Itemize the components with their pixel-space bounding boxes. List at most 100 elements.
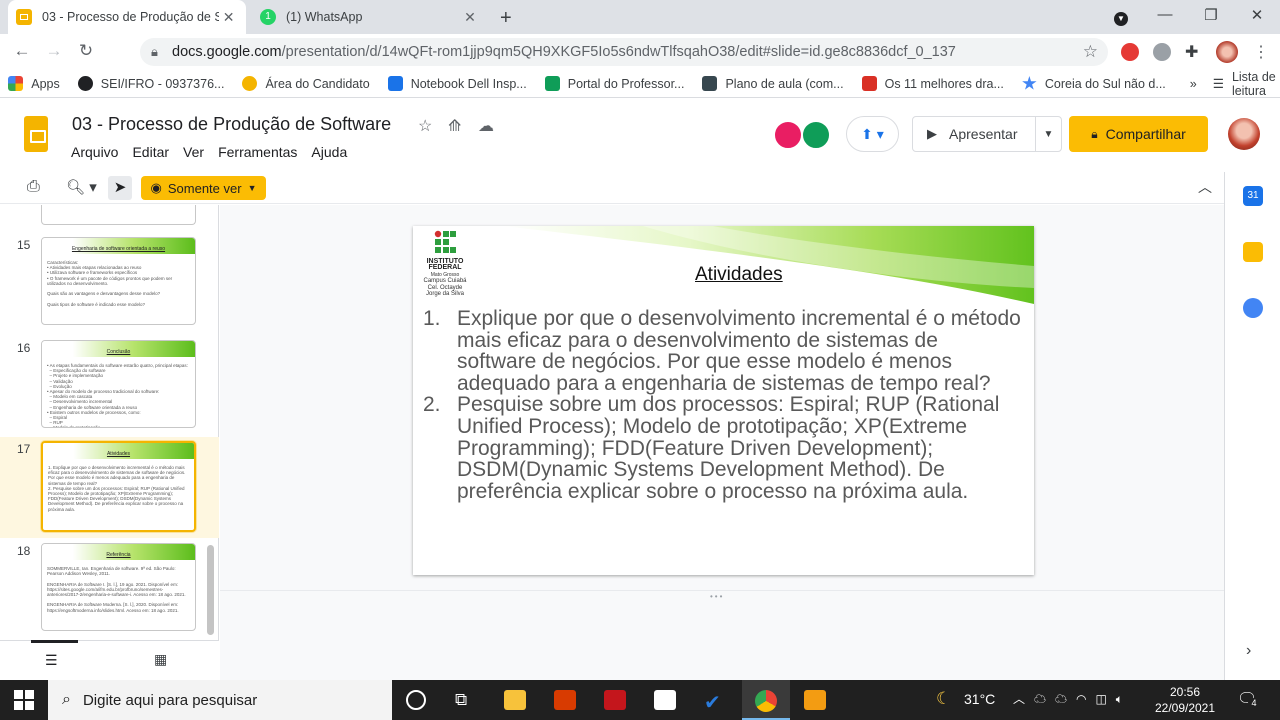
whatsapp-icon: 1 — [260, 9, 276, 25]
filmstrip-view-icon[interactable]: ☰ — [45, 652, 58, 669]
back-icon[interactable]: ← — [11, 41, 33, 61]
cortana-icon[interactable] — [406, 690, 426, 710]
menu-tools[interactable]: Ferramentas — [218, 144, 297, 160]
tab-title: 03 - Processo de Produção de So — [42, 10, 220, 24]
clock[interactable]: 20:56 22/09/2021 — [1150, 684, 1220, 716]
new-tab-icon[interactable]: + — [500, 7, 512, 30]
share-button[interactable]: 🔒︎ Compartilhar — [1069, 116, 1208, 152]
drag-handle-icon[interactable]: ••• — [710, 592, 724, 601]
window-close-icon[interactable]: ✕ — [1245, 6, 1269, 24]
chevron-down-icon[interactable]: ▼ — [1035, 116, 1061, 152]
calendar-icon[interactable]: 31 — [1243, 186, 1263, 206]
task-view-icon[interactable]: ⧉ — [455, 690, 467, 710]
minimize-icon[interactable]: — — [1153, 6, 1177, 23]
collaborator-avatar[interactable] — [773, 120, 803, 150]
slide-thumbnail-selected[interactable]: Atividades 1. Explique por que o desenvo… — [41, 441, 196, 532]
grid-view-icon[interactable]: ▦ — [154, 651, 167, 668]
slide-number: 15 — [17, 238, 31, 252]
sublime-icon[interactable] — [804, 690, 826, 710]
more-vert-icon[interactable]: ⋮ — [1253, 42, 1269, 62]
present-to-meeting-button[interactable]: ⬆ ▾ — [846, 116, 899, 152]
bookmarks-overflow[interactable]: » — [1190, 77, 1197, 91]
star-bookmark-icon — [1022, 76, 1037, 90]
profile-menu-icon[interactable]: ▼ — [1109, 8, 1133, 26]
cloud-status-icon[interactable]: ☁ — [478, 116, 494, 136]
chevron-down-icon: ▼ — [247, 183, 257, 193]
bookmark-label: Área do Candidato — [265, 76, 370, 91]
bookmark-item[interactable]: Plano de aula (com... — [702, 76, 844, 91]
close-icon[interactable]: ✕ — [219, 9, 238, 26]
view-mode-button[interactable]: ◉ Somente ver ▼ — [141, 176, 266, 200]
address-bar[interactable]: 🔒︎ docs.google.com/presentation/d/14wQFt… — [140, 38, 1108, 66]
bookmarks-bar: Apps SEI/IFRO - 0937376... Área do Candi… — [0, 70, 1280, 98]
todo-icon[interactable]: ✔ — [704, 690, 726, 714]
star-icon[interactable]: ☆ — [418, 116, 432, 136]
opera-extension-icon[interactable] — [1121, 43, 1139, 61]
filmstrip-scrollbar[interactable] — [207, 545, 214, 635]
file-explorer-icon[interactable] — [504, 690, 526, 710]
slides-logo-icon[interactable] — [24, 116, 48, 152]
reading-list[interactable]: Lista de leitura — [1232, 70, 1280, 98]
tab-whatsapp[interactable]: 1 (1) WhatsApp ✕ — [252, 0, 488, 34]
menu-edit[interactable]: Editar — [132, 144, 169, 160]
menu-file[interactable]: Arquivo — [71, 144, 118, 160]
system-tray-icons[interactable]: ︿☁☁◠◫🔈︎ — [1013, 690, 1132, 707]
keep-icon[interactable] — [1243, 242, 1263, 262]
search-icon: ⌕ — [62, 691, 71, 708]
taskbar-search[interactable]: ⌕ Digite aqui para pesquisar — [48, 680, 392, 720]
url-host: docs.google.com — [172, 44, 282, 60]
collapse-icon[interactable]: ︿ — [1198, 177, 1212, 197]
reload-icon[interactable]: ↻ — [75, 41, 97, 61]
profile-avatar[interactable] — [1216, 41, 1238, 63]
collaborator-avatar[interactable] — [801, 120, 831, 150]
tab-slides[interactable]: 03 - Processo de Produção de So ✕ — [8, 0, 246, 34]
forward-icon[interactable]: → — [43, 41, 65, 61]
bookmark-item[interactable]: Notebook Dell Insp... — [387, 76, 527, 91]
slide-thumbnail[interactable]: Conclusão • As etapas fundamentais do so… — [41, 340, 196, 428]
move-folder-icon[interactable]: ⟰ — [448, 116, 461, 136]
snipping-icon[interactable] — [654, 690, 676, 710]
institution-campus: Campus Cuiabá — [423, 278, 467, 284]
institution-campus: Jorge da Silva — [425, 291, 465, 297]
bookmark-item[interactable]: SEI/IFRO - 0937376... — [77, 76, 224, 91]
view-mode-label: Somente ver — [167, 180, 242, 196]
print-icon[interactable]: ⎙ — [27, 178, 40, 196]
avatar[interactable] — [1228, 118, 1260, 150]
chevron-right-icon[interactable]: › — [1246, 642, 1251, 660]
gear-extension-icon[interactable] — [1153, 43, 1171, 61]
notification-icon[interactable]: 🗨︎ 4 — [1237, 689, 1260, 709]
present-icon: ▶ — [927, 126, 937, 141]
chrome-taskbar-active[interactable] — [742, 680, 790, 720]
bookmark-label: Apps — [31, 76, 60, 91]
item-number: 2. — [423, 393, 441, 417]
close-icon[interactable]: ✕ — [460, 9, 480, 26]
slide-thumbnail-partial[interactable] — [41, 205, 196, 225]
document-title[interactable]: 03 - Processo de Produção de Software — [72, 114, 391, 135]
slide-thumbnail[interactable]: Referência SOMMERVILLE, Ian. Engenharia … — [41, 543, 196, 631]
puzzle-icon[interactable]: ✚ — [1185, 42, 1198, 62]
tasks-icon[interactable] — [1243, 298, 1263, 318]
bookmark-label: Coreia do Sul não d... — [1044, 76, 1166, 91]
bookmark-item[interactable]: Coreia do Sul não d... — [1022, 76, 1166, 91]
bookmark-item[interactable]: Os 11 melhores dra... — [861, 76, 1004, 91]
maximize-icon[interactable]: ❐ — [1199, 6, 1223, 24]
menu-help[interactable]: Ajuda — [311, 144, 347, 160]
windows-start-icon[interactable] — [14, 690, 34, 710]
acrobat-icon[interactable] — [604, 690, 626, 710]
slide-thumbnail[interactable]: Engenharia de software orientada a reuso… — [41, 237, 196, 325]
notes-splitter[interactable]: ••• — [220, 590, 1224, 601]
menu-view[interactable]: Ver — [183, 144, 204, 160]
bookmark-item[interactable]: Área do Candidato — [242, 76, 370, 91]
bookmark-item[interactable]: Portal do Professor... — [544, 76, 684, 91]
slide-number: 16 — [17, 341, 31, 355]
bookmark-apps[interactable]: Apps — [8, 76, 60, 91]
star-icon[interactable]: ☆ — [1083, 42, 1098, 62]
zoom-icon[interactable]: 🔍︎ ▾ — [66, 178, 97, 196]
office-icon[interactable] — [554, 690, 576, 710]
clock-date: 22/09/2021 — [1154, 701, 1216, 715]
select-cursor-icon[interactable]: ➤ — [108, 176, 132, 200]
present-button[interactable]: ▶ Apresentar ▼ — [912, 116, 1062, 152]
item-text: Pesquise sobre um dos processos: Espiral… — [457, 393, 1000, 503]
share-label: Compartilhar — [1105, 126, 1186, 142]
temperature[interactable]: 31°C — [964, 691, 995, 707]
